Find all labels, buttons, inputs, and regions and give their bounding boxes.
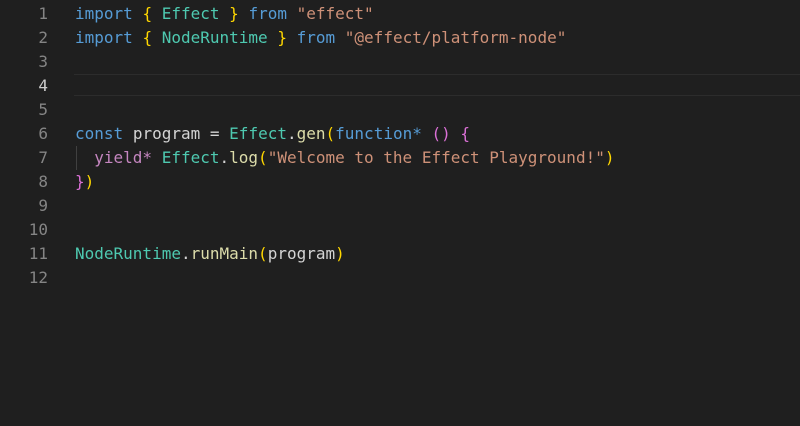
line-number: 10 bbox=[28, 220, 48, 239]
token-string: "@effect/platform-node" bbox=[344, 28, 567, 47]
token-bracket: { bbox=[142, 28, 153, 47]
token-bracket: ( bbox=[258, 244, 268, 263]
line-number: 8 bbox=[38, 172, 48, 191]
token-identifier: Effect bbox=[161, 4, 220, 23]
token-keyword: function* bbox=[335, 124, 422, 143]
code-line-6[interactable]: 6 const program = Effect.gen(function* (… bbox=[0, 122, 800, 146]
token-bracket: () bbox=[431, 124, 451, 143]
code-line-7[interactable]: 7 yield* Effect.log("Welcome to the Effe… bbox=[0, 146, 800, 170]
token-variable: program bbox=[132, 124, 201, 143]
token-variable: program bbox=[267, 244, 336, 263]
token-bracket: } bbox=[75, 172, 85, 191]
token-bracket: ) bbox=[84, 172, 95, 191]
line-content: NodeRuntime.runMain(program) bbox=[75, 242, 345, 266]
code-line-12[interactable]: 12 bbox=[0, 266, 800, 290]
code-line-9[interactable]: 9 bbox=[0, 194, 800, 218]
token-string: "effect" bbox=[296, 4, 374, 23]
token-keyword: import bbox=[75, 4, 133, 23]
line-content: const program = Effect.gen(function* () … bbox=[75, 122, 470, 146]
token-bracket: ) bbox=[604, 148, 615, 167]
token-identifier: NodeRuntime bbox=[75, 244, 181, 263]
token-operator: = bbox=[209, 124, 220, 143]
token-keyword: from bbox=[296, 28, 336, 47]
code-line-11[interactable]: 11 NodeRuntime.runMain(program) bbox=[0, 242, 800, 266]
line-content: }) bbox=[75, 170, 94, 194]
token-bracket: { bbox=[460, 124, 471, 143]
token-keyword: const bbox=[75, 124, 124, 143]
code-line-4[interactable]: 4 bbox=[0, 74, 800, 98]
token-keyword: yield* bbox=[94, 148, 153, 167]
code-editor[interactable]: 1 import { Effect } from "effect" 2 impo… bbox=[0, 0, 800, 426]
token-identifier: NodeRuntime bbox=[161, 28, 268, 47]
line-number: 3 bbox=[38, 52, 48, 71]
line-number: 9 bbox=[38, 196, 48, 215]
token-function: gen bbox=[296, 124, 326, 143]
line-content: import { Effect } from "effect" bbox=[75, 2, 374, 26]
line-number: 4 bbox=[38, 76, 48, 95]
line-number: 1 bbox=[38, 4, 48, 23]
code-line-2[interactable]: 2 import { NodeRuntime } from "@effect/p… bbox=[0, 26, 800, 50]
editor-lines: 1 import { Effect } from "effect" 2 impo… bbox=[0, 0, 800, 426]
line-number: 5 bbox=[38, 100, 48, 119]
line-number: 11 bbox=[28, 244, 48, 263]
token-identifier: Effect bbox=[229, 124, 287, 143]
token-bracket: ) bbox=[335, 244, 345, 263]
code-line-8[interactable]: 8 }) bbox=[0, 170, 800, 194]
line-number: 2 bbox=[38, 28, 48, 47]
token-bracket: ( bbox=[258, 148, 268, 167]
code-line-5[interactable]: 5 bbox=[0, 98, 800, 122]
token-function: runMain bbox=[190, 244, 259, 263]
token-bracket: } bbox=[277, 28, 287, 47]
line-number: 6 bbox=[38, 124, 48, 143]
line-number: 12 bbox=[28, 268, 48, 287]
token-keyword: from bbox=[248, 4, 287, 23]
line-number: 7 bbox=[38, 148, 48, 167]
token-dot: . bbox=[286, 124, 297, 143]
token-function: log bbox=[229, 148, 259, 167]
token-dot: . bbox=[219, 148, 230, 167]
token-keyword: import bbox=[75, 28, 133, 47]
line-content: import { NodeRuntime } from "@effect/pla… bbox=[75, 26, 566, 50]
code-line-3[interactable]: 3 bbox=[0, 50, 800, 74]
code-line-10[interactable]: 10 bbox=[0, 218, 800, 242]
token-dot: . bbox=[180, 244, 191, 263]
line-content: yield* Effect.log("Welcome to the Effect… bbox=[75, 146, 614, 170]
token-identifier: Effect bbox=[161, 148, 220, 167]
code-line-1[interactable]: 1 import { Effect } from "effect" bbox=[0, 2, 800, 26]
token-string: "Welcome to the Effect Playground!" bbox=[267, 148, 605, 167]
token-bracket: ( bbox=[325, 124, 336, 143]
token-bracket: { bbox=[142, 4, 153, 23]
token-bracket: } bbox=[229, 4, 239, 23]
